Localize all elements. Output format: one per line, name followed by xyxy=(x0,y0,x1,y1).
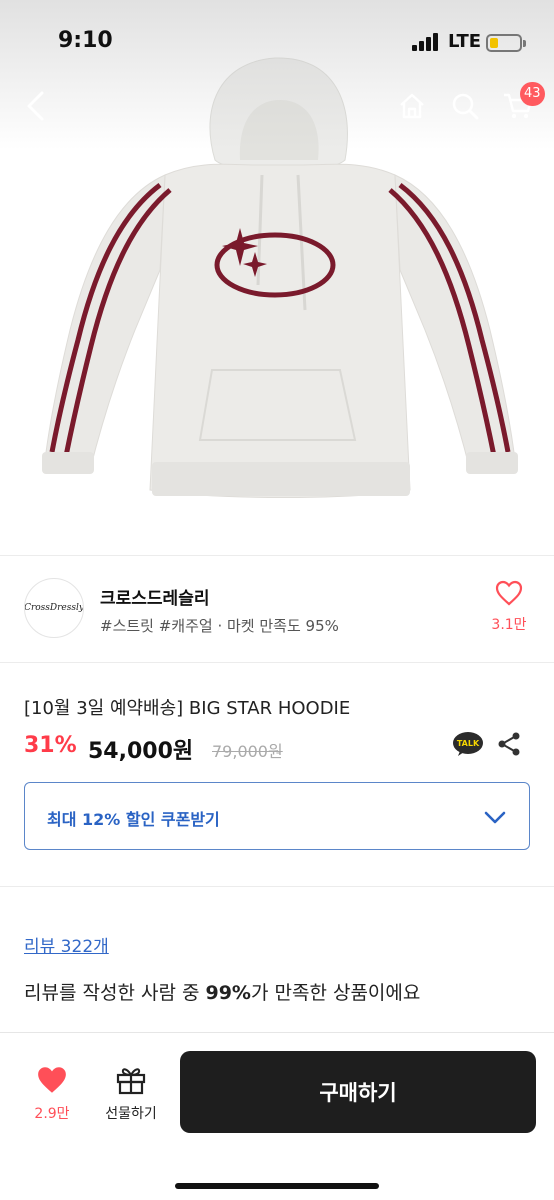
cart-count-badge: 43 xyxy=(520,82,545,106)
heart-outline-icon xyxy=(495,580,523,606)
seller-logo[interactable]: CrossDressly xyxy=(24,578,84,638)
divider xyxy=(0,555,554,556)
coupon-button[interactable]: 최대 12% 할인 쿠폰받기 xyxy=(24,782,530,850)
seller-like-count: 3.1만 xyxy=(491,617,527,633)
chevron-left-icon xyxy=(27,91,44,121)
bottom-action-bar: 2.9만 선물하기 구매하기 xyxy=(0,1032,554,1200)
seller-tags: #스트릿 #캐주얼 · 마켓 만족도 95% xyxy=(100,617,339,635)
coupon-label: 최대 12% 할인 쿠폰받기 xyxy=(47,810,220,829)
home-icon xyxy=(400,93,424,119)
share-icon[interactable] xyxy=(496,731,522,757)
original-price: 79,000원 xyxy=(212,742,283,761)
gift-label: 선물하기 xyxy=(105,1106,157,1122)
battery-cap xyxy=(523,40,526,47)
chevron-down-icon xyxy=(484,811,506,824)
review-count-link[interactable]: 리뷰 322개 xyxy=(24,932,109,957)
talk-label: TALK xyxy=(457,739,480,748)
seller-name[interactable]: 크로스드레슬리 xyxy=(100,584,209,609)
home-button[interactable] xyxy=(392,86,432,126)
battery-level xyxy=(490,38,498,48)
buy-button[interactable]: 구매하기 xyxy=(180,1051,536,1133)
battery-icon xyxy=(486,34,522,52)
gift-button[interactable]: 선물하기 xyxy=(96,1065,166,1123)
home-indicator xyxy=(175,1183,379,1189)
product-like-count: 2.9만 xyxy=(34,1106,70,1122)
seller-logo-text: CrossDressly xyxy=(24,603,84,613)
gift-icon xyxy=(116,1068,146,1095)
divider xyxy=(0,886,554,887)
review-summary: 리뷰를 작성한 사람 중 99%가 만족한 상품이에요 xyxy=(24,978,420,1005)
status-bar: 9:10 LTE xyxy=(0,0,554,88)
heart-filled-icon xyxy=(38,1067,66,1093)
product-title: [10월 3일 예약배송] BIG STAR HOODIE xyxy=(24,698,351,719)
divider xyxy=(0,662,554,663)
review-summary-prefix: 리뷰를 작성한 사람 중 xyxy=(24,982,206,1004)
search-button[interactable] xyxy=(445,86,485,126)
back-button[interactable] xyxy=(16,86,56,126)
sale-price: 54,000원 xyxy=(88,739,194,764)
product-like-button[interactable]: 2.9만 xyxy=(24,1065,80,1123)
review-satisfaction-rate: 99% xyxy=(205,982,251,1004)
kakao-talk-icon[interactable]: TALK xyxy=(452,731,484,757)
search-icon xyxy=(452,93,479,120)
review-summary-suffix: 가 만족한 상품이에요 xyxy=(250,982,421,1004)
status-time: 9:10 xyxy=(58,28,113,53)
signal-icon xyxy=(412,33,442,51)
network-label: LTE xyxy=(448,31,482,52)
seller-like-button[interactable]: 3.1만 xyxy=(484,580,534,634)
discount-rate: 31% xyxy=(24,733,77,758)
